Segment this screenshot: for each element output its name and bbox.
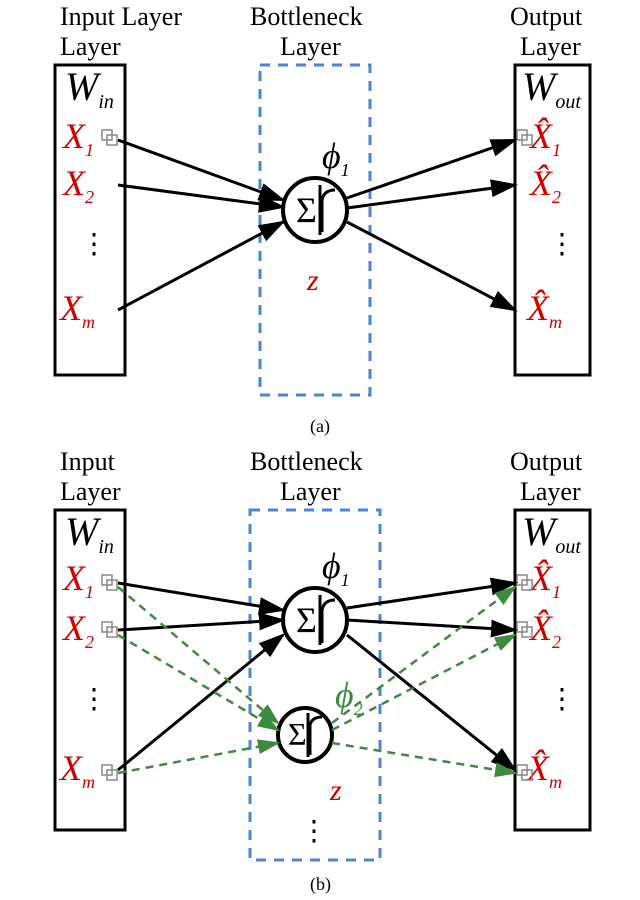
w-in-label: Win [65,64,114,113]
svg-text:X1: X1 [61,558,94,602]
svg-text:Bottleneck: Bottleneck [250,447,363,476]
svg-text:Layer: Layer [60,477,121,506]
phi2-label: ϕ2 [335,675,363,719]
svg-text:Win: Win [65,509,114,558]
caption-b: (b) [310,874,331,895]
label-input-layer2: Layer [60,32,121,61]
edge-green [118,587,278,723]
svg-text:Layer: Layer [280,32,341,61]
output-xh1: X̂1 [528,116,561,160]
caption-a: (a) [310,416,330,437]
svg-text:Wout: Wout [522,509,581,558]
z-label: z [329,774,342,807]
label-input-layer: Input Layer [60,2,182,31]
input-xm: Xm [58,288,95,332]
svg-text:X̂2: X̂2 [528,608,561,652]
z-label: z [306,264,319,297]
svg-text:X2: X2 [61,608,94,652]
bottleneck-dots: ⋮ [300,816,328,847]
diagram-b: Input Layer Bottleneck Layer Output Laye… [0,445,640,895]
input-x1: X1 [61,116,94,160]
bottleneck-box [250,510,380,860]
activation-icon [322,190,335,232]
label-output: Output [510,2,583,31]
bottleneck-box [260,65,370,395]
figure-b: Input Layer Bottleneck Layer Output Laye… [0,445,640,900]
svg-text:Xm: Xm [58,748,95,792]
input-dots: ⋮ [80,229,108,260]
svg-text:Layer: Layer [520,32,581,61]
svg-text:⋮: ⋮ [548,684,576,715]
svg-text:Output: Output [510,447,583,476]
sigma-icon: Σ [296,190,317,230]
svg-text:Σ: Σ [288,716,307,752]
output-dots: ⋮ [548,229,576,260]
phi1-label: ϕ1 [322,546,350,590]
input-x2: X2 [61,163,94,207]
svg-text:Layer: Layer [520,477,581,506]
label-bottleneck: Bottleneck [250,2,363,31]
svg-text:⋮: ⋮ [80,684,108,715]
svg-text:Layer: Layer [280,477,341,506]
diagram-a: Input Layer Layer Bottleneck Layer Outpu… [0,0,640,440]
output-xhm: X̂m [525,288,562,332]
svg-text:Σ: Σ [296,600,317,640]
phi1-label: ϕ1 [322,136,350,180]
svg-text:Input: Input [60,447,116,476]
w-out-label: Wout [522,64,581,113]
edge-in-1 [118,140,283,200]
figure-a: Input Layer Layer Bottleneck Layer Outpu… [0,0,640,445]
svg-text:X̂1: X̂1 [528,558,561,602]
output-xh2: X̂2 [528,163,561,207]
